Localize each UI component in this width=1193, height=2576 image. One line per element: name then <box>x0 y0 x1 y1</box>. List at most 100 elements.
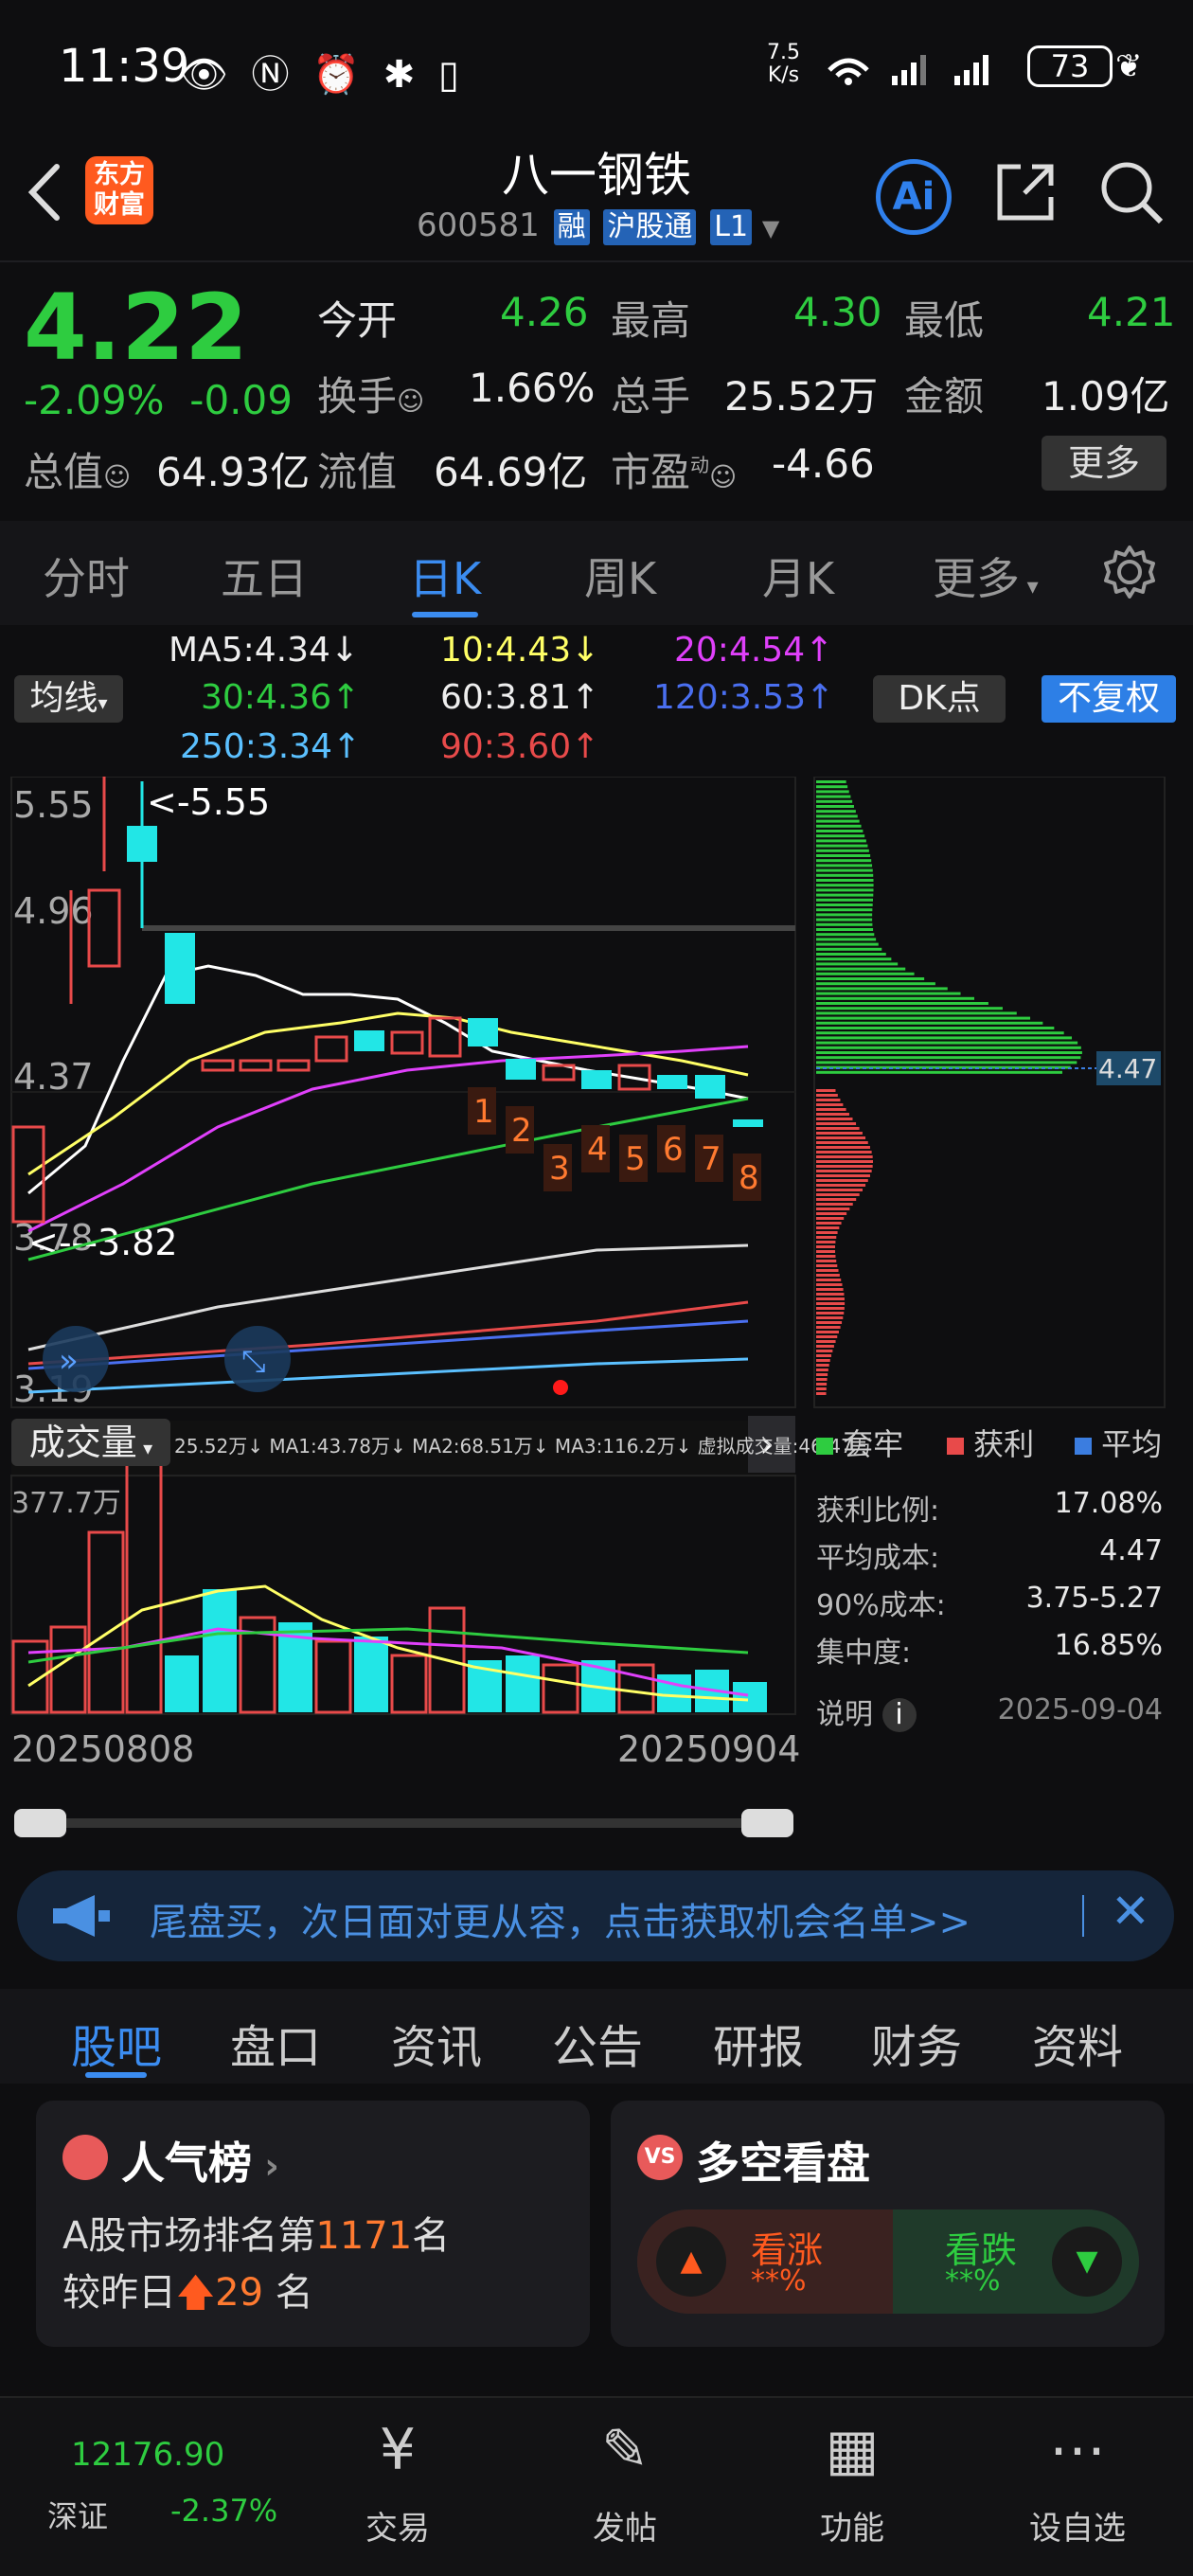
status-bar: 11:39 👁 Ⓝ ⏰ ✱ ▯ 7.5 K/s 73 ❦ <box>0 0 1193 133</box>
volume-bar <box>314 1639 352 1714</box>
range-handle-left[interactable] <box>14 1809 66 1837</box>
tab-more[interactable]: 更多 ▾ <box>933 545 1039 607</box>
tab-announcements[interactable]: 公告 <box>552 2010 643 2076</box>
chip-bar-trapped <box>816 898 874 902</box>
pe-label[interactable]: 市盈动☺ <box>611 440 737 498</box>
nav-post[interactable]: 发帖 <box>549 2502 701 2549</box>
chip-distribution: 4.47 <box>813 777 1166 1408</box>
stat-concentration-label: 集中度: <box>816 1637 912 1670</box>
chip-bar-profit <box>816 1236 837 1239</box>
chip-bar-trapped <box>816 928 874 931</box>
range-handle-right[interactable] <box>741 1809 793 1837</box>
promo-banner[interactable]: 尾盘买，次日面对更从容，点击获取机会名单>> ✕ <box>17 1870 1174 1961</box>
chip-bar-profit <box>816 1127 860 1130</box>
nav-trade[interactable]: 交易 <box>322 2502 473 2549</box>
chip-bar-trapped <box>816 810 856 814</box>
more-button[interactable]: 更多 <box>1042 436 1166 491</box>
close-icon[interactable]: ✕ <box>1111 1884 1150 1939</box>
tab-profile[interactable]: 资料 <box>1032 2010 1123 2076</box>
mktcap-value: 64.93亿 <box>156 449 311 495</box>
bearish-button[interactable]: 看跌 **% ▼ <box>893 2209 1139 2314</box>
nav-add-watchlist[interactable]: 设自选 <box>1002 2502 1153 2549</box>
open-label: 今开 <box>317 297 398 344</box>
index-name[interactable]: 深证 <box>47 2493 108 2536</box>
index-change: -2.37% <box>170 2493 278 2529</box>
chip-bar-trapped <box>816 1007 1003 1011</box>
chip-bar-profit <box>816 1222 842 1225</box>
chip-bar-trapped <box>816 780 846 783</box>
event-dot[interactable] <box>553 1380 568 1395</box>
stat-profit-ratio-label: 获利比例: <box>816 1494 940 1528</box>
share-icon[interactable] <box>992 159 1059 225</box>
dk-point-button[interactable]: DK点 <box>873 675 1006 723</box>
chip-bar-trapped <box>816 1002 988 1005</box>
stat-concentration-value: 16.85% <box>1054 1629 1163 1662</box>
bullish-button[interactable]: ▲ 看涨 **% <box>637 2209 893 2314</box>
tab-monthly-k[interactable]: 月K <box>762 545 834 607</box>
no-adjust-button[interactable]: 不复权 <box>1042 675 1176 723</box>
candle <box>468 1018 498 1046</box>
settings-gear-icon[interactable] <box>1101 544 1158 600</box>
legend-profit: 获利 <box>947 1421 1034 1464</box>
up-arrow-icon: 🡅 <box>176 2271 216 2315</box>
tab-daily-k[interactable]: 日K <box>409 545 481 607</box>
candle <box>127 826 157 862</box>
chip-bar-profit <box>816 1316 844 1319</box>
chip-bar-profit <box>816 1269 839 1272</box>
tag-level: L1 <box>710 209 753 245</box>
chip-bar-trapped <box>816 922 873 926</box>
time-range-track[interactable] <box>19 1818 791 1828</box>
signal-icons <box>828 55 988 85</box>
chip-bar-profit <box>816 1160 874 1163</box>
volume-bar <box>203 1589 237 1712</box>
tab-news[interactable]: 资讯 <box>391 2010 482 2076</box>
tab-five-day[interactable]: 五日 <box>221 545 308 607</box>
ma-selector[interactable]: 均线▾ <box>14 675 123 723</box>
chip-bar-profit <box>816 1340 836 1343</box>
popularity-card[interactable]: 人气榜 › A股市场排名第1171名 较昨日🡅29 名 <box>36 2101 590 2347</box>
chip-bar-profit <box>816 1226 840 1229</box>
candle <box>657 1075 687 1089</box>
chip-bar-trapped <box>816 996 974 1000</box>
candle <box>87 888 121 968</box>
tab-research[interactable]: 研报 <box>713 2010 804 2076</box>
tab-financials[interactable]: 财务 <box>871 2010 962 2076</box>
tab-orderbook[interactable]: 盘口 <box>230 2010 321 2076</box>
chip-bar-trapped <box>816 982 935 986</box>
indicator-selector[interactable]: 成交量 ▾ <box>11 1419 170 1466</box>
turnover-value: 1.66% <box>469 365 596 411</box>
chip-bar-trapped <box>816 1061 1077 1064</box>
ma90-value: 90:3.60↑ <box>440 727 600 766</box>
candle <box>314 1035 348 1063</box>
ai-button[interactable]: Ai <box>876 159 952 235</box>
nav-functions[interactable]: 功能 <box>776 2502 928 2549</box>
amount-value: 1.09亿 <box>1042 373 1170 420</box>
date-end: 20250904 <box>617 1728 800 1770</box>
ma10-value: 10:4.43↓ <box>440 631 600 670</box>
vs-icon: VS <box>637 2135 683 2180</box>
tab-intraday[interactable]: 分时 <box>43 545 130 607</box>
chip-bar-trapped <box>816 1046 1081 1049</box>
chip-bar-profit <box>816 1279 842 1281</box>
marker-1: 1 <box>473 1093 494 1131</box>
tab-weekly-k[interactable]: 周K <box>584 545 656 607</box>
volume-label: 总手 <box>611 373 691 420</box>
chip-bar-profit <box>816 1335 838 1338</box>
explain-link[interactable]: 说明 i <box>816 1690 917 1732</box>
chip-bar-profit <box>816 1368 828 1371</box>
stock-code: 600581 <box>417 206 540 244</box>
net-speed: 7.5 K/s <box>767 41 800 87</box>
chip-bar-profit <box>816 1208 850 1210</box>
turnover-label[interactable]: 换手☺ <box>317 365 424 422</box>
chip-bar-trapped <box>816 918 873 921</box>
mktcap-label[interactable]: 总值☺ <box>24 440 131 498</box>
search-icon[interactable] <box>1098 159 1166 227</box>
chip-bar-trapped <box>816 819 860 823</box>
tab-forum[interactable]: 股吧 <box>71 2010 162 2076</box>
volume-bar <box>165 1655 199 1712</box>
chip-bar-profit <box>816 1392 827 1395</box>
chip-bar-profit <box>816 1231 838 1234</box>
volume-max: 377.7万 <box>11 1487 121 1520</box>
chip-bar-profit <box>816 1198 857 1201</box>
stat-90-cost-label: 90%成本: <box>816 1589 946 1622</box>
